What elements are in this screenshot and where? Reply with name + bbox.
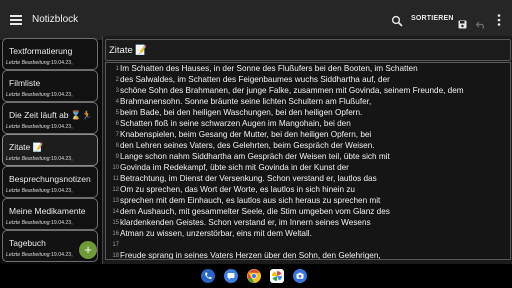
text-line: 4 Brahmanensohn. Sonne bräunte seine lich… bbox=[106, 97, 510, 108]
line-number: 8 bbox=[115, 143, 119, 149]
text-line: 18 Freude sprang in seines Vaters Herzen … bbox=[106, 251, 510, 260]
note-card-besprechungsnotizen[interactable]: Besprechungsnotizen Letzte Bearbeitung:1… bbox=[2, 166, 98, 198]
line-text: beim Bade, bei den heiligen Waschungen, … bbox=[120, 108, 363, 117]
line-number: 18 bbox=[112, 253, 119, 259]
camera-app-icon[interactable] bbox=[293, 269, 307, 283]
text-line: 6 Schatten floß in seine schwarzen Augen … bbox=[106, 119, 510, 130]
line-number: 16 bbox=[112, 231, 119, 237]
phone-app-icon[interactable] bbox=[201, 269, 215, 283]
note-title: Textformatierung bbox=[9, 46, 73, 56]
text-line: 3 schöne Sohn des Brahmanen, der junge Fa… bbox=[106, 86, 510, 97]
line-text: schöne Sohn des Brahmanen, der junge Fal… bbox=[120, 86, 464, 95]
note-title: Filmliste bbox=[9, 78, 41, 88]
line-text: Im Schatten des Hauses, in der Sonne des… bbox=[120, 64, 418, 73]
line-number: 11 bbox=[112, 176, 119, 182]
search-icon[interactable] bbox=[391, 14, 403, 27]
note-date: Letzte Bearbeitung:19.04.23, bbox=[6, 156, 73, 162]
save-disk-icon[interactable] bbox=[458, 16, 467, 29]
note-card-textformatierung[interactable]: Textformatierung Letzte Bearbeitung:19.0… bbox=[2, 38, 98, 70]
note-title: Besprechungsnotizen bbox=[9, 174, 91, 184]
line-text: Freude sprang in seines Vaters Herzen üb… bbox=[120, 251, 381, 260]
text-line: 2 des Salwaldes, im Schatten des Feigenba… bbox=[106, 75, 510, 86]
text-line: 11 Betrachtung, im Dienst der Versenkung.… bbox=[106, 174, 510, 185]
text-line: 15 klardenkenden Geistes. Schon verstand … bbox=[106, 218, 510, 229]
taskbar bbox=[0, 264, 512, 288]
line-text: Knabenspielen, beim Gesang der Mutter, b… bbox=[120, 130, 372, 139]
line-text: Govinda im Redekampf, übte sich mit Govi… bbox=[120, 163, 349, 172]
line-text: Om zu sprechen, das Wort der Worte, es l… bbox=[120, 185, 355, 194]
messages-app-icon[interactable] bbox=[224, 269, 238, 283]
line-number: 3 bbox=[115, 88, 119, 94]
note-title: Die Zeit läuft ab ⌛🏃 bbox=[9, 110, 93, 120]
line-number: 1 bbox=[115, 66, 119, 72]
line-number: 13 bbox=[112, 198, 119, 204]
text-line: 8 den Lehren seines Vaters, des Gelehrten… bbox=[106, 141, 510, 152]
line-number: 5 bbox=[115, 110, 119, 116]
line-text: des Salwaldes, im Schatten des Feigenbau… bbox=[120, 75, 390, 84]
line-number: 14 bbox=[112, 209, 119, 215]
note-date: Letzte Bearbeitung:19.04.23, bbox=[6, 60, 73, 66]
line-text: Betrachtung, im Dienst der Versenkung. S… bbox=[120, 174, 377, 183]
text-line: 13 sprechen mit dem Einhauch, es lautlos … bbox=[106, 196, 510, 207]
note-title: Meine Medikamente bbox=[9, 206, 86, 216]
line-number: 2 bbox=[115, 77, 119, 83]
photos-app-icon[interactable] bbox=[270, 269, 284, 283]
notes-list: Textformatierung Letzte Bearbeitung:19.0… bbox=[0, 36, 100, 264]
note-card-die-zeit-laeuft-ab[interactable]: Die Zeit läuft ab ⌛🏃 Letzte Bearbeitung:… bbox=[2, 102, 98, 134]
add-note-button[interactable]: + bbox=[79, 241, 97, 259]
line-text: Lange schon nahm Siddhartha am Gespräch … bbox=[120, 152, 390, 161]
note-title: Tagebuch bbox=[9, 238, 46, 248]
note-date: Letzte Bearbeitung:19.04.23, bbox=[6, 252, 73, 258]
note-card-meine-medikamente[interactable]: Meine Medikamente Letzte Bearbeitung:19.… bbox=[2, 198, 98, 230]
line-text: klardenkenden Geistes. Schon verstand er… bbox=[120, 218, 371, 227]
line-text: dem Aushauch, mit gesammelter Seele, die… bbox=[120, 207, 390, 216]
note-title-text: Zitate 📝 bbox=[109, 45, 148, 56]
note-title-field[interactable]: Zitate 📝 bbox=[105, 39, 511, 61]
text-line: 7 Knabenspielen, beim Gesang der Mutter, … bbox=[106, 130, 510, 141]
line-text: Schatten floß in seine schwarzen Augen i… bbox=[120, 119, 351, 128]
text-line: 16 Atman zu wissen, unzerstörbar, eins mi… bbox=[106, 229, 510, 240]
line-number: 17 bbox=[112, 242, 119, 248]
note-body-textarea[interactable]: 1 Im Schatten des Hauses, in der Sonne de… bbox=[105, 62, 511, 260]
note-card-zitate[interactable]: Zitate 📝 Letzte Bearbeitung:19.04.23, bbox=[2, 134, 98, 166]
text-line: 1 Im Schatten des Hauses, in der Sonne de… bbox=[106, 64, 510, 75]
text-line: 10 Govinda im Redekampf, übte sich mit Go… bbox=[106, 163, 510, 174]
line-number: 7 bbox=[115, 132, 119, 138]
line-number: 12 bbox=[112, 187, 119, 193]
note-card-filmliste[interactable]: Filmliste Letzte Bearbeitung:19.04.23, bbox=[2, 70, 98, 102]
sort-button[interactable]: SORTIEREN bbox=[411, 15, 454, 22]
text-line: 12 Om zu sprechen, das Wort der Worte, es… bbox=[106, 185, 510, 196]
text-line: 17 bbox=[106, 240, 510, 251]
line-text: sprechen mit dem Einhauch, es lautlos au… bbox=[120, 196, 381, 205]
line-number: 10 bbox=[112, 165, 119, 171]
app-bar: Notizblock SORTIEREN bbox=[0, 0, 512, 40]
chrome-app-icon[interactable] bbox=[247, 269, 261, 283]
hamburger-menu-icon[interactable] bbox=[10, 15, 22, 25]
more-vert-icon[interactable] bbox=[496, 13, 502, 27]
line-number: 15 bbox=[112, 220, 119, 226]
line-number: 6 bbox=[115, 121, 119, 127]
note-date: Letzte Bearbeitung:19.04.23, bbox=[6, 188, 73, 194]
app-title: Notizblock bbox=[32, 14, 79, 25]
text-line: 14 dem Aushauch, mit gesammelter Seele, d… bbox=[106, 207, 510, 218]
line-text: Brahmanensohn. Sonne bräunte seine licht… bbox=[120, 97, 372, 106]
note-title: Zitate 📝 bbox=[9, 142, 44, 152]
note-date: Letzte Bearbeitung:19.04.23, bbox=[6, 220, 73, 226]
note-date: Letzte Bearbeitung:19.04.23, bbox=[6, 92, 73, 98]
text-line: 9 Lange schon nahm Siddhartha am Gespräch… bbox=[106, 152, 510, 163]
text-line: 5 beim Bade, bei den heiligen Waschungen,… bbox=[106, 108, 510, 119]
note-editor: Zitate 📝 1 Im Schatten des Hauses, in der… bbox=[102, 36, 512, 264]
line-number: 9 bbox=[115, 154, 119, 160]
line-text: den Lehren seines Vaters, des Gelehrten,… bbox=[120, 141, 375, 150]
line-number: 4 bbox=[115, 99, 119, 105]
line-text: Atman zu wissen, unzerstörbar, eins mit … bbox=[120, 229, 312, 238]
undo-icon[interactable] bbox=[475, 16, 486, 30]
note-date: Letzte Bearbeitung:19.04.23, bbox=[6, 124, 73, 130]
